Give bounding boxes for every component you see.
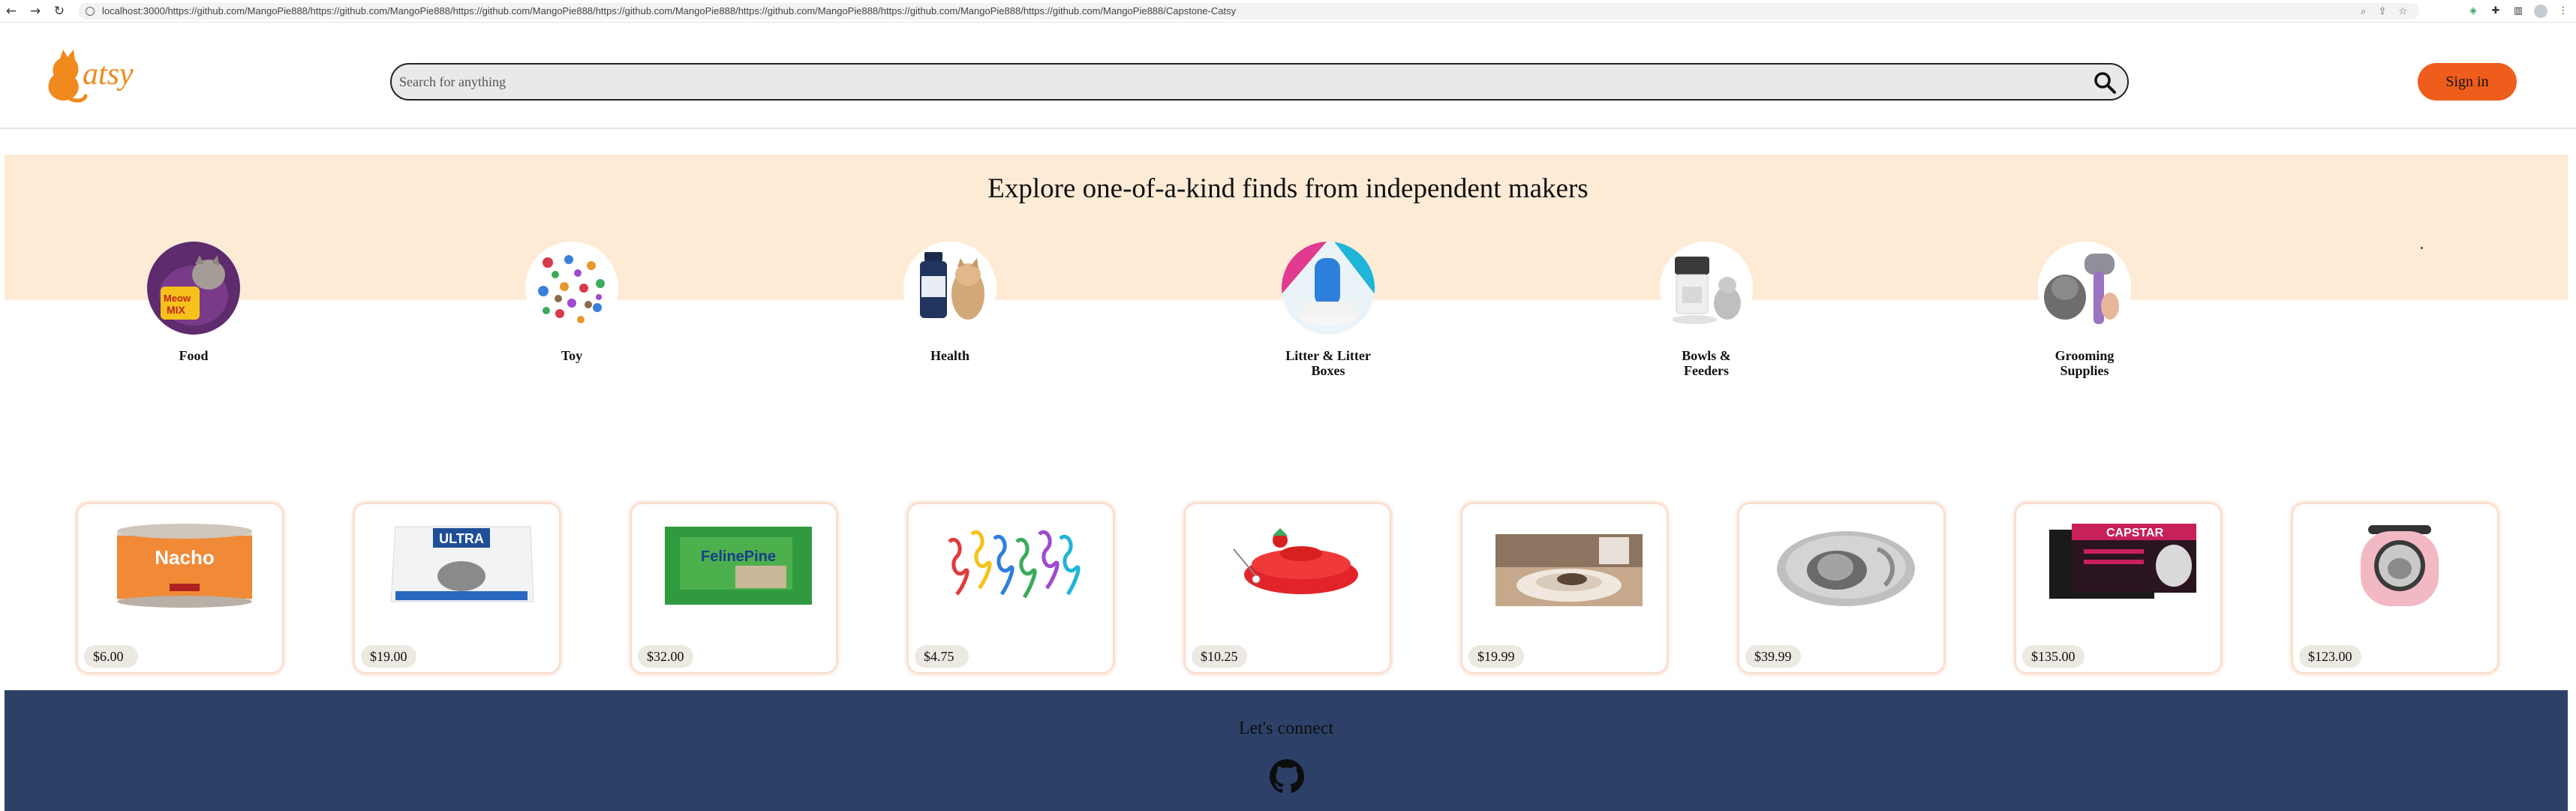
- category-litter-boxes[interactable]: Litter & Litter Boxes: [1253, 242, 1403, 378]
- extension-icon[interactable]: ◈: [2466, 5, 2480, 18]
- back-button[interactable]: ←: [3, 3, 20, 20]
- catsy-logo[interactable]: atsy: [45, 45, 150, 108]
- forward-button[interactable]: →: [27, 3, 44, 20]
- product-image: [2361, 525, 2439, 606]
- product-card[interactable]: FelinePine $32.00: [632, 504, 836, 672]
- svg-text:Nacho: Nacho: [155, 546, 214, 569]
- product-card[interactable]: $123.00: [2293, 504, 2497, 672]
- product-price: $32.00: [638, 645, 693, 668]
- product-image: [948, 530, 1081, 599]
- svg-text:CAPSTAR: CAPSTAR: [2106, 527, 2164, 539]
- product-image: FelinePine: [665, 527, 812, 605]
- category-bowls-feeders[interactable]: Bowls & Feeders: [1631, 242, 1781, 378]
- product-card[interactable]: $19.99: [1462, 504, 1667, 672]
- footer: Let's connect: [5, 690, 2568, 811]
- category-image-bowls: [1660, 242, 1753, 335]
- search-icon[interactable]: [2093, 71, 2117, 95]
- product-image: CAPSTAR: [2049, 524, 2196, 599]
- category-label: Food: [179, 348, 209, 363]
- product-image: ULTRA: [385, 524, 538, 606]
- product-price: $10.25: [1192, 645, 1247, 668]
- svg-text:Meow: Meow: [164, 293, 191, 304]
- product-price: $4.75: [915, 645, 969, 668]
- product-card[interactable]: $39.99: [1739, 504, 1943, 672]
- browser-toolbar: ← → ↻ localhost:3000/https://github.com/…: [0, 0, 2576, 23]
- header-divider: [0, 128, 2576, 129]
- product-price: $19.99: [1468, 645, 1524, 668]
- reload-button[interactable]: ↻: [51, 3, 68, 20]
- category-image-grooming: [2038, 242, 2131, 335]
- sign-in-button[interactable]: Sign in: [2418, 63, 2517, 101]
- product-card[interactable]: ULTRA $19.00: [355, 504, 559, 672]
- sidebar-icon[interactable]: ▥: [2511, 5, 2525, 18]
- hero-title: Explore one-of-a-kind finds from indepen…: [987, 173, 1589, 204]
- product-card[interactable]: CAPSTAR $135.00: [2016, 504, 2220, 672]
- category-image-health: [903, 242, 996, 335]
- logo-text: atsy: [83, 57, 134, 92]
- product-card[interactable]: Nacho $6.00: [78, 504, 282, 672]
- product-price: $135.00: [2022, 645, 2085, 668]
- share-icon[interactable]: ⇪: [2378, 6, 2386, 17]
- category-label: Health: [930, 348, 969, 363]
- search-input[interactable]: [399, 71, 2065, 93]
- search-bar: [390, 63, 2129, 101]
- zoom-icon[interactable]: ⌕: [2361, 6, 2366, 17]
- svg-text:MIX: MIX: [167, 304, 186, 316]
- category-label: Bowls & Feeders: [1682, 348, 1731, 378]
- category-label: Grooming Supplies: [2054, 348, 2115, 378]
- profile-avatar[interactable]: [2534, 5, 2547, 18]
- bookmark-star-icon[interactable]: ☆: [2398, 6, 2407, 17]
- product-image: [1495, 534, 1643, 606]
- svg-text:ULTRA: ULTRA: [439, 531, 484, 546]
- category-image-litter: [1282, 242, 1375, 335]
- url-text: localhost:3000/https://github.com/MangoP…: [102, 5, 1237, 17]
- product-price: $6.00: [84, 645, 138, 668]
- github-icon[interactable]: [1270, 759, 1304, 794]
- product-price: $19.00: [361, 645, 416, 668]
- category-health[interactable]: Health: [875, 242, 1025, 363]
- category-label: Litter & Litter Boxes: [1285, 348, 1371, 378]
- puzzle-extensions-icon[interactable]: ✚: [2489, 5, 2502, 18]
- category-toy[interactable]: Toy: [497, 242, 647, 363]
- product-card[interactable]: $10.25: [1186, 504, 1390, 672]
- product-price: $39.99: [1745, 645, 1801, 668]
- category-grooming-supplies[interactable]: Grooming Supplies: [2009, 242, 2160, 378]
- footer-heading: Let's connect: [1238, 719, 1334, 738]
- product-image: [1211, 519, 1373, 609]
- svg-text:FelinePine: FelinePine: [701, 548, 776, 565]
- category-label: Toy: [561, 348, 583, 363]
- address-bar[interactable]: localhost:3000/https://github.com/MangoP…: [78, 3, 2419, 20]
- site-info-icon[interactable]: [86, 7, 95, 16]
- decorative-dot: [2421, 247, 2423, 249]
- product-image: Nacho: [117, 524, 252, 608]
- product-price: $123.00: [2299, 645, 2361, 668]
- category-image-toy: [525, 242, 618, 335]
- category-image-food: Meow MIX: [147, 242, 240, 335]
- menu-kebab-icon[interactable]: ⋮: [2556, 5, 2570, 18]
- category-food[interactable]: Meow MIX Food: [119, 242, 269, 363]
- product-image: [1777, 531, 1915, 606]
- product-card[interactable]: $4.75: [909, 504, 1113, 672]
